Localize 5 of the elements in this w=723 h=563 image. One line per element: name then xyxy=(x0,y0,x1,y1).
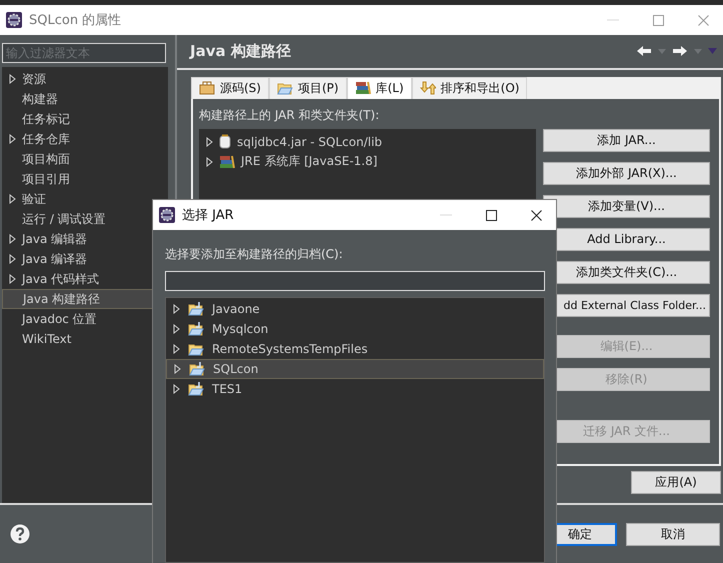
dialog-label: 选择要添加至构建路径的归档(C): xyxy=(165,246,344,263)
dialog-title: 选择 JAR xyxy=(182,207,234,224)
window-title: SQLcon 的属性 xyxy=(29,12,122,29)
list-label: 构建路径上的 JAR 和类文件夹(T): xyxy=(199,106,380,124)
page-title: Java 构建路径 xyxy=(190,42,291,61)
